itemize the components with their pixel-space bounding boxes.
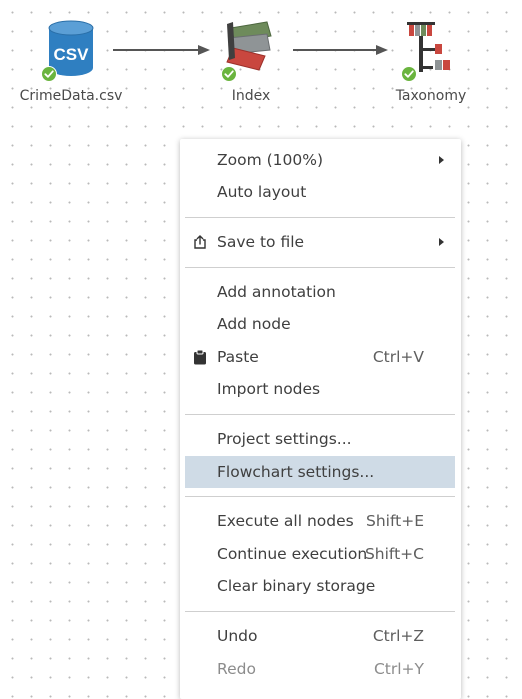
node-index[interactable]: Index: [191, 18, 311, 108]
menu-item-label: Import nodes: [217, 380, 321, 398]
menu-item-execute-all-nodes[interactable]: Execute all nodes Shift+E: [185, 505, 455, 537]
menu-item-import-nodes[interactable]: Import nodes: [185, 373, 455, 405]
submenu-arrow-icon: [439, 156, 444, 164]
menu-item-flowchart-settings[interactable]: Flowchart settings...: [185, 456, 455, 488]
menu-item-label: Save to file: [217, 233, 305, 251]
clipboard-icon: [194, 349, 206, 365]
menu-item-redo[interactable]: Redo Ctrl+Y: [185, 653, 455, 685]
menu-item-zoom[interactable]: Zoom (100%): [185, 144, 455, 176]
node-crimedata-csv[interactable]: CSV CrimeData.csv: [11, 18, 131, 108]
share-export-icon: [194, 235, 206, 249]
menu-item-label: Undo: [217, 627, 258, 645]
status-ok-icon: [41, 66, 57, 82]
node-taxonomy[interactable]: Taxonomy: [371, 18, 491, 108]
menu-item-label: Redo: [217, 660, 256, 678]
menu-item-undo[interactable]: Undo Ctrl+Z: [185, 620, 455, 652]
menu-item-add-annotation[interactable]: Add annotation: [185, 276, 455, 308]
context-menu: Zoom (100%) Auto layout Save to file Add…: [180, 139, 461, 699]
menu-item-label: Project settings...: [217, 430, 352, 448]
menu-separator: [185, 217, 455, 218]
menu-item-label: Clear binary storage: [217, 577, 376, 595]
menu-item-label: Add node: [217, 315, 291, 333]
menu-item-shortcut: Shift+E: [365, 512, 424, 530]
menu-item-shortcut: Ctrl+Y: [373, 660, 424, 678]
menu-item-continue-execution[interactable]: Continue execution Shift+C: [185, 538, 455, 570]
node-label: CrimeData.csv: [19, 88, 123, 104]
menu-separator: [185, 611, 455, 612]
menu-item-project-settings[interactable]: Project settings...: [185, 423, 455, 455]
menu-item-label: Auto layout: [217, 183, 307, 201]
menu-item-shortcut: Ctrl+V: [372, 348, 424, 366]
menu-item-add-node[interactable]: Add node: [185, 308, 455, 340]
menu-separator: [185, 496, 455, 497]
menu-item-clear-binary-storage[interactable]: Clear binary storage: [185, 570, 455, 602]
node-label: Index: [231, 88, 271, 104]
menu-item-label: Paste: [217, 348, 259, 366]
csv-icon-text: CSV: [54, 45, 90, 64]
status-ok-icon: [221, 66, 237, 82]
menu-item-auto-layout[interactable]: Auto layout: [185, 176, 455, 208]
submenu-arrow-icon: [439, 238, 444, 246]
flowchart-canvas[interactable]: CSV CrimeData.csv Index Taxonomy Zoom (1…: [0, 0, 522, 699]
node-label: Taxonomy: [395, 88, 467, 104]
menu-item-label: Continue execution: [217, 545, 368, 563]
menu-item-label: Zoom (100%): [217, 151, 324, 169]
menu-item-shortcut: Shift+C: [364, 545, 424, 563]
menu-separator: [185, 267, 455, 268]
menu-item-label: Execute all nodes: [217, 512, 354, 530]
menu-item-shortcut: Ctrl+Z: [372, 627, 424, 645]
menu-item-save-to-file[interactable]: Save to file: [185, 226, 455, 258]
status-ok-icon: [401, 66, 417, 82]
menu-item-label: Add annotation: [217, 283, 336, 301]
menu-item-paste[interactable]: Paste Ctrl+V: [185, 341, 455, 373]
menu-separator: [185, 414, 455, 415]
menu-item-label: Flowchart settings...: [217, 463, 375, 481]
